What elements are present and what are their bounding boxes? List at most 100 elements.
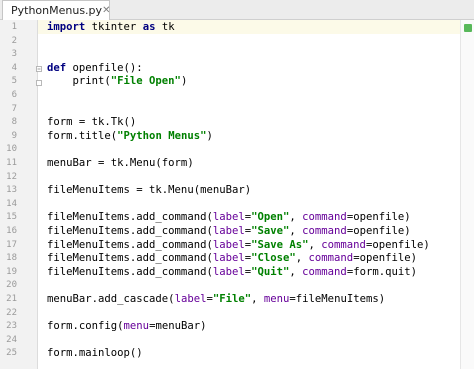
line-number: 2	[11, 35, 17, 46]
code-text: fileMenuItems.add_command(	[47, 265, 213, 278]
param-name: label	[212, 265, 245, 278]
line-number: 17	[6, 239, 17, 250]
tab-pythonmenus[interactable]: PythonMenus.py ✕	[2, 0, 110, 20]
code-line-9: form.title("Python Menus")	[47, 130, 213, 144]
keyword: def	[47, 61, 67, 74]
code-line-8: form = tk.Tk()	[47, 116, 137, 129]
code-line-1: import tkinter as tk	[47, 21, 175, 35]
code-text: )	[423, 238, 430, 251]
string-literal: "Python Menus"	[117, 129, 207, 142]
code-line-11: menuBar = tk.Menu(form)	[47, 157, 194, 169]
code-text: menuBar.add_cascade(	[47, 293, 175, 305]
code-text: form.title(	[47, 129, 118, 142]
code-text: menuBar	[155, 320, 201, 333]
code-text: form.quit	[353, 265, 411, 278]
code-line-4: def openfile():	[47, 62, 143, 76]
line-number: 13	[6, 185, 17, 196]
error-stripe[interactable]	[460, 20, 474, 369]
line-number: 23	[6, 321, 17, 332]
close-icon[interactable]: ✕	[102, 5, 110, 16]
code-line-23: form.config(menu=menuBar)	[47, 320, 207, 334]
code-line-17: fileMenuItems.add_command(label="Save As…	[47, 239, 430, 253]
code-editor[interactable]: import tkinter as tk def openfile(): pri…	[44, 20, 460, 369]
line-number: 3	[11, 49, 17, 60]
line-number: 12	[6, 171, 17, 182]
fold-end-icon[interactable]	[36, 80, 42, 86]
code-text: fileMenuItems.add_command(	[47, 225, 213, 237]
line-number: 11	[6, 158, 17, 168]
tab-bar: PythonMenus.py ✕	[0, 0, 474, 20]
code-line-25: form.mainloop()	[47, 347, 143, 360]
line-number: 19	[6, 266, 17, 277]
code-text: openfile	[353, 225, 405, 237]
inspection-ok-icon[interactable]	[464, 24, 472, 32]
param-name: command	[321, 238, 366, 251]
param-name: label	[212, 211, 245, 224]
keyword: as	[142, 21, 156, 33]
line-number: 7	[11, 103, 17, 114]
code-text: ,	[251, 293, 264, 305]
line-number: 21	[6, 294, 17, 304]
code-text: )	[206, 129, 213, 142]
code-text: )	[200, 320, 207, 333]
line-number-gutter[interactable]: 1 2 3 4 5 6 7 8 9 10 11 12 13 14 15 16 1…	[0, 20, 42, 369]
code-line-18: fileMenuItems.add_command(label="Close",…	[47, 252, 417, 266]
code-text: print(	[47, 75, 111, 88]
param-name: command	[308, 252, 354, 265]
code-text: openfile	[353, 211, 405, 224]
param-name: menu	[263, 293, 290, 305]
line-number: 22	[6, 307, 17, 318]
param-name: label	[212, 238, 245, 251]
code-text: tk	[155, 21, 175, 33]
string-literal: "Save As"	[251, 238, 309, 251]
code-line-13: fileMenuItems = tk.Menu(menuBar)	[47, 184, 252, 197]
param-name: label	[174, 293, 207, 305]
code-text: fileMenuItems.add_command(	[47, 211, 213, 224]
code-text: )	[404, 211, 411, 224]
code-text: )	[404, 225, 411, 237]
code-text: openfile	[359, 252, 411, 265]
code-text: )	[180, 75, 188, 88]
code-text: ,	[289, 211, 303, 224]
string-literal: "File Open"	[110, 75, 181, 88]
line-number: 1	[11, 22, 17, 32]
line-number: 15	[6, 212, 17, 223]
param-name: label	[212, 225, 245, 237]
code-text: fileMenuItems	[295, 293, 379, 305]
param-name: command	[302, 211, 347, 224]
string-literal: "File"	[212, 293, 252, 305]
line-number: 14	[6, 198, 17, 209]
code-text: openfile	[372, 238, 424, 251]
line-number: 18	[6, 253, 17, 264]
string-literal: "Close"	[251, 252, 296, 265]
code-line-19: fileMenuItems.add_command(label="Quit", …	[47, 266, 417, 280]
code-line-16: fileMenuItems.add_command(label="Save", …	[47, 225, 411, 239]
code-text: openfile():	[66, 61, 143, 74]
code-text: )	[410, 265, 417, 278]
line-number: 9	[11, 130, 17, 141]
keyword: import	[47, 21, 86, 33]
param-name: command	[302, 225, 347, 237]
code-line-15: fileMenuItems.add_command(label="Open", …	[47, 211, 411, 225]
code-text: ,	[295, 252, 309, 265]
param-name: label	[212, 252, 245, 265]
code-text: ,	[289, 225, 303, 237]
line-number: 8	[11, 117, 17, 128]
code-text: fileMenuItems.add_command(	[47, 252, 213, 265]
string-literal: "Open"	[251, 211, 290, 224]
line-number: 4	[11, 62, 17, 73]
code-line-21: menuBar.add_cascade(label="File", menu=f…	[47, 293, 385, 307]
line-number: 6	[11, 90, 17, 100]
code-text: fileMenuItems.add_command(	[47, 238, 213, 251]
line-number: 5	[11, 76, 17, 87]
line-number: 25	[6, 348, 17, 359]
string-literal: "Quit"	[251, 265, 290, 278]
line-number: 10	[6, 144, 17, 155]
code-text: tkinter	[85, 21, 143, 33]
line-number: 16	[6, 226, 17, 236]
line-number: 20	[6, 280, 17, 291]
editor-window: PythonMenus.py ✕ 1 2 3 4 5 6 7 8 9 10 11…	[0, 0, 474, 369]
code-text: ,	[308, 238, 322, 251]
tab-label: PythonMenus.py	[11, 4, 103, 17]
fold-open-icon[interactable]	[36, 66, 42, 72]
